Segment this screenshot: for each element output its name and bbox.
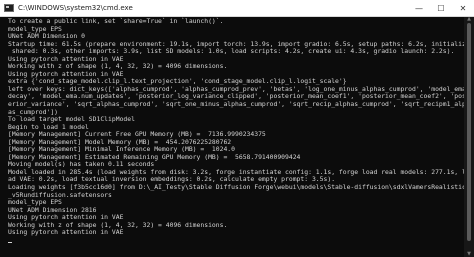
scroll-up-arrow[interactable]: ▲ [466, 17, 472, 22]
title-bar[interactable]: C:\WINDOWS\system32\cmd.exe — ☐ ✕ [0, 0, 474, 17]
scroll-down-arrow[interactable]: ▼ [466, 252, 472, 257]
console-line: Using pytorch attention in VAE [8, 228, 124, 237]
cmd-window: C:\WINDOWS\system32\cmd.exe — ☐ ✕ To cre… [0, 0, 474, 257]
close-button[interactable]: ✕ [452, 0, 474, 16]
console-line: erior_variance', 'sqrt_alphas_cumprod', … [8, 100, 464, 109]
console-line: To create a public link, set `share=True… [8, 17, 224, 25]
console-output[interactable]: To create a public link, set `share=True… [0, 17, 464, 257]
console-line: _v5Rundiffusion.safetensors [8, 190, 112, 199]
prompt-line[interactable] [8, 237, 464, 245]
minimize-button[interactable]: — [408, 0, 430, 16]
scrollbar-thumb[interactable] [467, 23, 471, 241]
text-cursor [8, 241, 12, 243]
window-title: C:\WINDOWS\system32\cmd.exe [18, 4, 133, 12]
window-controls: — ☐ ✕ [408, 0, 474, 16]
maximize-button[interactable]: ☐ [430, 0, 452, 16]
terminal-icon [4, 4, 14, 12]
vertical-scrollbar[interactable]: ▲ ▼ [464, 17, 474, 257]
